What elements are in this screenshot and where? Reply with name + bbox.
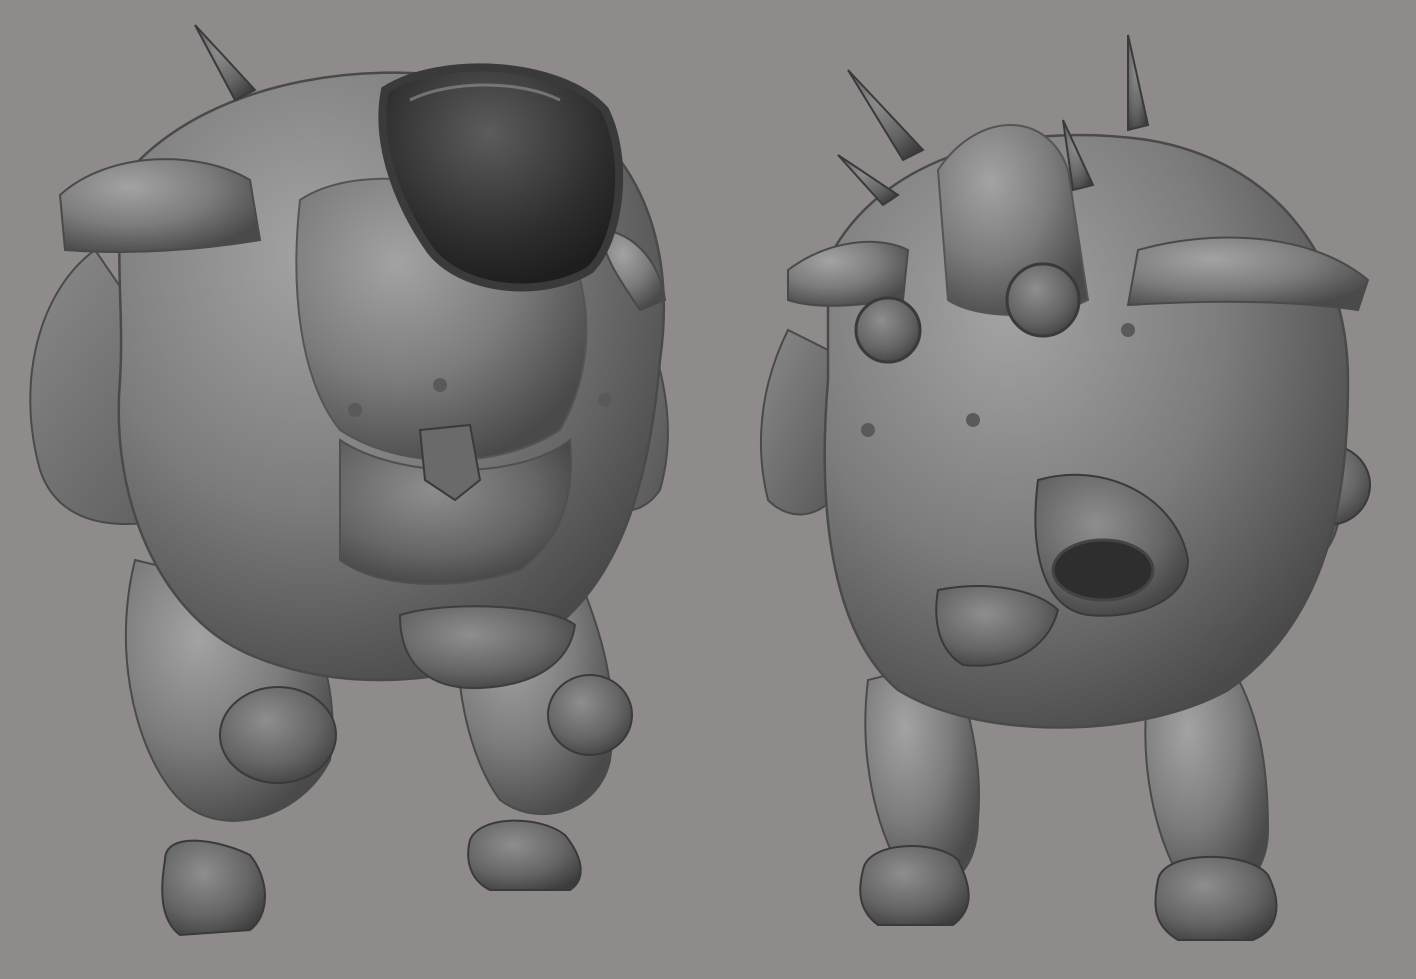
chest-bolt — [348, 403, 362, 417]
back-bolt — [966, 413, 980, 427]
left-boot — [859, 845, 970, 926]
suit-front-view — [0, 0, 708, 979]
back-spike — [194, 24, 257, 102]
suit-back-illustration — [760, 34, 1371, 941]
render-canvas — [0, 0, 1416, 979]
suit-front-illustration — [29, 24, 669, 937]
left-shoulder-pad — [58, 158, 262, 253]
suit-back-view — [708, 0, 1416, 979]
chest-bolt — [598, 393, 612, 407]
right-boot — [1154, 855, 1278, 941]
back-spike — [847, 69, 925, 162]
back-port — [854, 296, 922, 364]
chest-bolt — [433, 378, 447, 392]
exhaust-port — [1051, 538, 1155, 602]
left-shoulder-pad — [787, 240, 910, 307]
left-boot — [161, 839, 266, 937]
right-knee-pad — [547, 674, 633, 756]
right-shoulder-pad — [1126, 236, 1370, 312]
back-port — [1005, 262, 1081, 338]
back-bolt — [861, 423, 875, 437]
left-knee-pad — [219, 686, 337, 784]
right-boot — [467, 819, 582, 891]
back-bolt — [1121, 323, 1135, 337]
back-spike — [1127, 34, 1150, 132]
back-spike — [837, 154, 900, 207]
torso-armor — [823, 133, 1350, 729]
